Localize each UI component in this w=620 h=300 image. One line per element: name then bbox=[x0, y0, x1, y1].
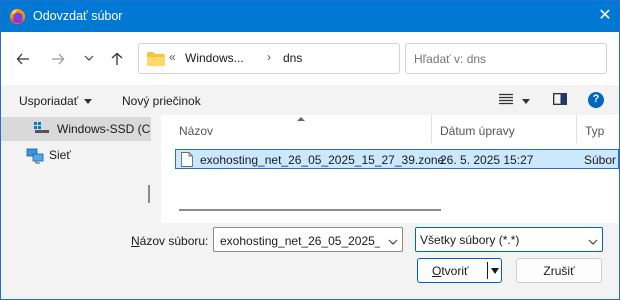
horizontal-scrollbar-thumb[interactable] bbox=[179, 209, 441, 211]
filename-combobox[interactable] bbox=[213, 227, 403, 252]
open-options-dropdown-icon[interactable] bbox=[491, 268, 499, 274]
view-caret-icon bbox=[522, 99, 531, 105]
nav-item-network[interactable]: Sieť bbox=[1, 143, 151, 167]
breadcrumb-separator[interactable]: › bbox=[267, 50, 271, 64]
drive-icon bbox=[34, 122, 50, 137]
open-button[interactable]: Otvoriť bbox=[417, 258, 502, 283]
navigation-pane: Windows-SSD (C Sieť bbox=[1, 115, 161, 223]
filename-input[interactable] bbox=[218, 232, 382, 250]
breadcrumb-item-dns[interactable]: dns bbox=[283, 51, 302, 65]
chevron-down-icon bbox=[84, 55, 94, 61]
address-bar[interactable]: « Windows... › dns bbox=[138, 43, 400, 74]
firefox-icon bbox=[9, 8, 26, 25]
nav-scrollbar-thumb[interactable] bbox=[148, 185, 150, 203]
help-button[interactable]: ? bbox=[588, 92, 604, 111]
back-arrow-icon bbox=[16, 53, 29, 65]
column-header-name[interactable]: Názov bbox=[179, 124, 213, 152]
column-divider bbox=[431, 115, 432, 143]
list-view-icon bbox=[499, 93, 513, 105]
navigation-bar: « Windows... › dns bbox=[1, 32, 619, 85]
back-button[interactable] bbox=[10, 46, 36, 72]
open-button-label: Otvoriť bbox=[432, 264, 469, 278]
filetype-select[interactable]: Všetky súbory (*.*) bbox=[415, 227, 603, 252]
column-header-date[interactable]: Dátum úpravy bbox=[440, 124, 515, 152]
file-name: exohosting_net_26_05_2025_15_27_39.zone bbox=[200, 153, 445, 167]
caret-down-icon bbox=[84, 99, 93, 105]
column-header-type[interactable]: Typ bbox=[585, 124, 604, 152]
file-icon bbox=[181, 152, 193, 170]
filename-dropdown-chevron-icon[interactable] bbox=[388, 235, 398, 249]
cancel-button-label: Zrušiť bbox=[543, 264, 575, 278]
preview-pane-button[interactable] bbox=[553, 93, 567, 108]
preview-pane-icon bbox=[553, 93, 567, 105]
network-icon bbox=[26, 148, 44, 167]
view-options-button[interactable] bbox=[499, 93, 531, 108]
up-button[interactable] bbox=[104, 46, 130, 72]
sort-ascending-icon bbox=[297, 117, 305, 121]
nav-item-windows-ssd[interactable]: Windows-SSD (C bbox=[1, 117, 151, 141]
new-folder-button[interactable]: Nový priečinok bbox=[122, 94, 201, 108]
dialog-footer: Názov súboru: Všetky súbory (*.*) Otvori… bbox=[1, 223, 619, 299]
search-box[interactable] bbox=[405, 43, 607, 74]
organize-menu[interactable]: Usporiadať bbox=[19, 94, 93, 108]
filename-label: Názov súboru: bbox=[131, 234, 209, 248]
folder-icon bbox=[147, 52, 165, 69]
file-list: Názov Dátum úpravy Typ exohosting_net_26… bbox=[161, 115, 619, 223]
file-type: Súbor Z bbox=[584, 153, 619, 167]
search-input[interactable] bbox=[412, 50, 602, 68]
filetype-chevron-down-icon bbox=[588, 235, 598, 249]
up-arrow-icon bbox=[111, 52, 123, 65]
filetype-value: Všetky súbory (*.*) bbox=[420, 233, 520, 247]
forward-button[interactable] bbox=[45, 46, 71, 72]
command-bar: Usporiadať Nový priečinok ? bbox=[1, 85, 619, 115]
organize-label: Usporiadať bbox=[19, 94, 79, 108]
column-divider bbox=[576, 115, 577, 143]
title-bar: Odovzdať súbor ✕ bbox=[1, 1, 619, 32]
nav-item-label: Sieť bbox=[49, 148, 71, 162]
content-area: Windows-SSD (C Sieť Názov Dátum úpravy T… bbox=[1, 115, 619, 223]
file-row[interactable]: exohosting_net_26_05_2025_15_27_39.zone … bbox=[175, 149, 619, 169]
cancel-button[interactable]: Zrušiť bbox=[516, 258, 602, 283]
nav-item-label: Windows-SSD (C bbox=[57, 122, 151, 136]
file-upload-dialog: Odovzdať súbor ✕ « Windows... › dns Hľad… bbox=[0, 0, 620, 300]
breadcrumb-overflow[interactable]: « bbox=[169, 50, 176, 64]
breadcrumb-item-windows[interactable]: Windows... bbox=[185, 51, 244, 65]
close-button[interactable]: ✕ bbox=[591, 3, 619, 29]
split-divider bbox=[487, 262, 488, 279]
help-symbol: ? bbox=[592, 93, 600, 105]
forward-arrow-icon bbox=[52, 53, 65, 65]
recent-locations-button[interactable] bbox=[76, 46, 102, 72]
window-title: Odovzdať súbor bbox=[33, 9, 123, 23]
file-date: 26. 5. 2025 15:27 bbox=[440, 153, 534, 167]
